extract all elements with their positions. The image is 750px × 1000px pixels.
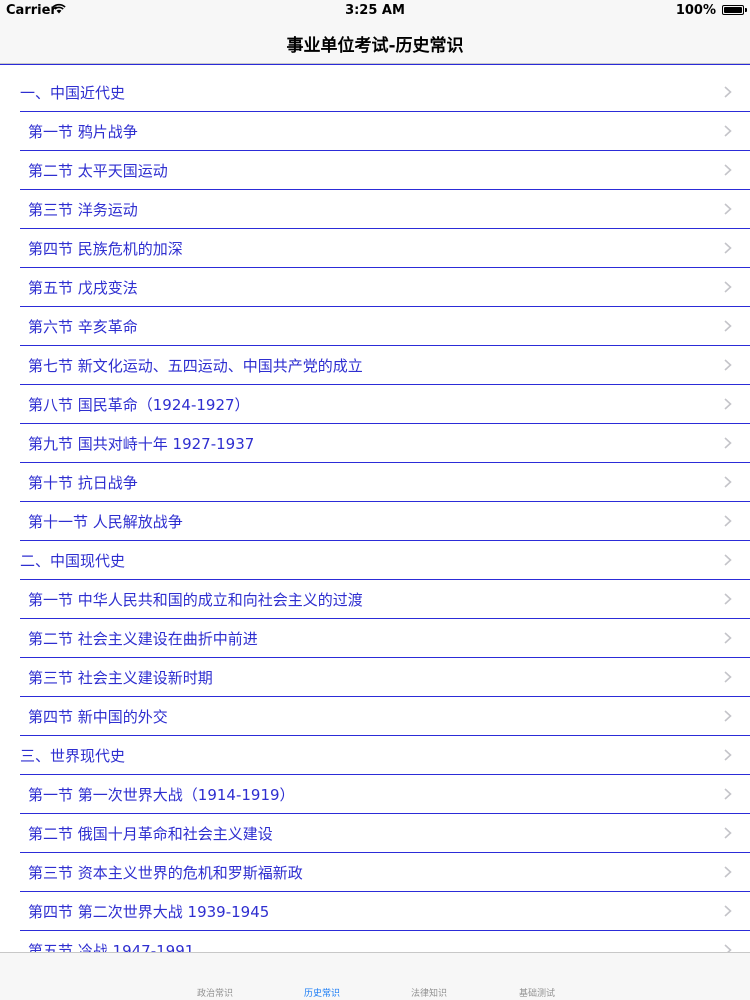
chevron-right-icon	[724, 905, 732, 917]
tab-bar: 政治常识 历史常识 法律知识 基础测试	[0, 952, 750, 1000]
chevron-right-icon	[724, 476, 732, 488]
list-item-label: 第三节 资本主义世界的危机和罗斯福新政	[28, 864, 303, 882]
chevron-right-icon	[724, 398, 732, 410]
list-item[interactable]: 第五节 冷战 1947-1991	[20, 931, 750, 952]
battery-icon	[722, 5, 747, 15]
app-window: Carrier 3:25 AM 100% 事业单位考试-历史常识 一、中国近代史…	[0, 0, 750, 1000]
chevron-right-icon	[724, 944, 732, 952]
list-item[interactable]: 第一节 中华人民共和国的成立和向社会主义的过渡	[20, 580, 750, 619]
chevron-right-icon	[724, 554, 732, 566]
list-item[interactable]: 第三节 洋务运动	[20, 190, 750, 229]
section-header-row[interactable]: 三、世界现代史	[20, 736, 750, 775]
list-item-label: 第十一节 人民解放战争	[28, 513, 183, 531]
list-item[interactable]: 第二节 太平天国运动	[20, 151, 750, 190]
list-item-label: 第九节 国共对峙十年 1927-1937	[28, 435, 255, 453]
list-item[interactable]: 第六节 辛亥革命	[20, 307, 750, 346]
battery-percent: 100%	[675, 3, 716, 18]
list-item-label: 一、中国近代史	[20, 84, 126, 102]
list-item[interactable]: 第三节 社会主义建设新时期	[20, 658, 750, 697]
list-item-label: 第二节 社会主义建设在曲折中前进	[28, 630, 258, 648]
chevron-right-icon	[724, 593, 732, 605]
list-item[interactable]: 第二节 社会主义建设在曲折中前进	[20, 619, 750, 658]
chevron-right-icon	[724, 359, 732, 371]
chevron-right-icon	[724, 710, 732, 722]
list-item[interactable]: 第一节 鸦片战争	[20, 112, 750, 151]
chevron-right-icon	[724, 788, 732, 800]
tab-item[interactable]: 历史常识	[282, 986, 362, 999]
chevron-right-icon	[724, 320, 732, 332]
list-item-label: 第五节 冷战 1947-1991	[28, 942, 195, 952]
list-item-label: 第一节 鸦片战争	[28, 123, 138, 141]
chevron-right-icon	[724, 164, 732, 176]
tab-item[interactable]: 基础测试	[497, 986, 577, 999]
list-item-label: 第八节 国民革命（1924-1927）	[28, 396, 250, 414]
list-item-label: 第三节 洋务运动	[28, 201, 138, 219]
list-item[interactable]: 第八节 国民革命（1924-1927）	[20, 385, 750, 424]
list-item[interactable]: 第九节 国共对峙十年 1927-1937	[20, 424, 750, 463]
chevron-right-icon	[724, 671, 732, 683]
list-item-label: 第六节 辛亥革命	[28, 318, 138, 336]
tab-item[interactable]: 政治常识	[175, 986, 255, 999]
chevron-right-icon	[724, 437, 732, 449]
list-item-label: 第一节 中华人民共和国的成立和向社会主义的过渡	[28, 591, 363, 609]
page-title: 事业单位考试-历史常识	[286, 36, 464, 56]
list-item[interactable]: 第四节 民族危机的加深	[20, 229, 750, 268]
list-item[interactable]: 第二节 俄国十月革命和社会主义建设	[20, 814, 750, 853]
list-item[interactable]: 第四节 新中国的外交	[20, 697, 750, 736]
list-item[interactable]: 第四节 第二次世界大战 1939-1945	[20, 892, 750, 931]
list-item[interactable]: 第三节 资本主义世界的危机和罗斯福新政	[20, 853, 750, 892]
chevron-right-icon	[724, 827, 732, 839]
chevron-right-icon	[724, 86, 732, 98]
chevron-right-icon	[724, 125, 732, 137]
list-item-label: 第十节 抗日战争	[28, 474, 138, 492]
list-item-label: 第一节 第一次世界大战（1914-1919）	[28, 786, 295, 804]
chevron-right-icon	[724, 632, 732, 644]
list-item[interactable]: 第十一节 人民解放战争	[20, 502, 750, 541]
list-item[interactable]: 第五节 戊戌变法	[20, 268, 750, 307]
tab-item[interactable]: 法律知识	[389, 986, 469, 999]
chevron-right-icon	[724, 242, 732, 254]
chevron-right-icon	[724, 515, 732, 527]
list-item-label: 第四节 第二次世界大战 1939-1945	[28, 903, 270, 921]
list-item-label: 第四节 民族危机的加深	[28, 240, 183, 258]
list-item-label: 第二节 俄国十月革命和社会主义建设	[28, 825, 273, 843]
section-header-row[interactable]: 一、中国近代史	[20, 73, 750, 112]
list-item-label: 三、世界现代史	[20, 747, 126, 765]
section-header-row[interactable]: 二、中国现代史	[20, 541, 750, 580]
list-item[interactable]: 第一节 第一次世界大战（1914-1919）	[20, 775, 750, 814]
list-item-label: 第三节 社会主义建设新时期	[28, 669, 213, 687]
list-item-label: 第二节 太平天国运动	[28, 162, 168, 180]
list-item-label: 第七节 新文化运动、五四运动、中国共产党的成立	[28, 357, 363, 375]
chevron-right-icon	[724, 866, 732, 878]
status-bar: Carrier 3:25 AM 100%	[0, 0, 750, 22]
chevron-right-icon	[724, 281, 732, 293]
chapter-list[interactable]: 一、中国近代史第一节 鸦片战争第二节 太平天国运动 第三节 洋务运动第四节 民族危…	[0, 64, 750, 952]
chevron-right-icon	[724, 749, 732, 761]
status-time: 3:25 AM	[345, 3, 405, 18]
list-item-label: 二、中国现代史	[20, 552, 126, 570]
navigation-bar: 事业单位考试-历史常识	[0, 22, 750, 64]
list-item[interactable]: 第十节 抗日战争	[20, 463, 750, 502]
list-item[interactable]: 第七节 新文化运动、五四运动、中国共产党的成立	[20, 346, 750, 385]
list-item-label: 第四节 新中国的外交	[28, 708, 168, 726]
chevron-right-icon	[724, 203, 732, 215]
list-item-label: 第五节 戊戌变法	[28, 279, 138, 297]
